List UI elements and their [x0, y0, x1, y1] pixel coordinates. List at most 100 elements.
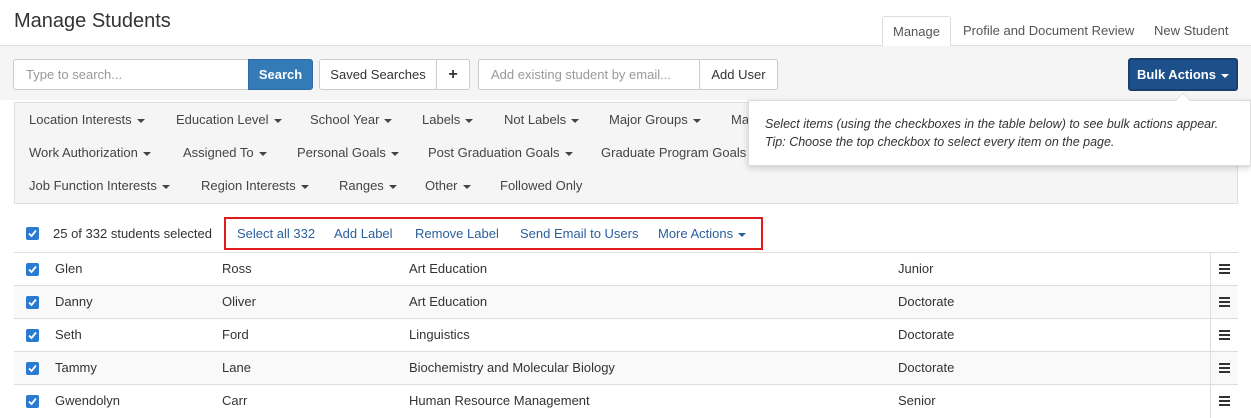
- filter-followed-only[interactable]: Followed Only: [500, 178, 582, 193]
- filter-label: Not Labels: [504, 112, 567, 127]
- last-name-cell: Ford: [222, 327, 249, 342]
- saved-searches-button[interactable]: Saved Searches: [319, 59, 437, 90]
- search-input[interactable]: Type to search...: [13, 59, 249, 90]
- bulk-actions-label: Bulk Actions: [1137, 67, 1216, 82]
- filter-label: Assigned To: [183, 145, 254, 160]
- filter-location-interests[interactable]: Location Interests: [29, 112, 145, 127]
- add-label-link[interactable]: Add Label: [334, 226, 393, 241]
- first-name-cell: Gwendolyn: [55, 393, 121, 408]
- first-name-cell: Tammy: [55, 360, 97, 375]
- first-name-cell: Seth: [55, 327, 82, 342]
- more-actions-label: More Actions: [658, 226, 734, 241]
- major-cell: Art Education: [409, 294, 488, 309]
- filter-not-labels[interactable]: Not Labels: [504, 112, 580, 127]
- tab-profile-document-review[interactable]: Profile and Document Review: [953, 16, 1144, 45]
- caret-down-icon: [564, 151, 573, 156]
- caret-down-icon: [258, 151, 267, 156]
- caret-down-icon: [142, 151, 151, 156]
- filter-label: Region Interests: [201, 178, 296, 193]
- filter-assigned-to[interactable]: Assigned To: [183, 145, 267, 160]
- table-row[interactable]: Gwendolyn Carr Human Resource Management Se…: [14, 384, 1238, 418]
- row-checkbox[interactable]: [26, 263, 39, 276]
- bulk-actions-button[interactable]: Bulk Actions: [1128, 58, 1238, 91]
- school-year-cell: Doctorate: [898, 360, 955, 375]
- search-button[interactable]: Search: [248, 59, 313, 90]
- filter-label: Job Function Interests: [29, 178, 157, 193]
- select-all-checkbox[interactable]: [26, 227, 39, 240]
- row-divider: [1210, 253, 1211, 286]
- filter-personal-goals[interactable]: Personal Goals: [297, 145, 399, 160]
- row-checkbox[interactable]: [26, 296, 39, 309]
- caret-down-icon: [465, 118, 474, 123]
- filter-label: Major Groups: [609, 112, 688, 127]
- row-divider: [1210, 385, 1211, 418]
- filter-post-graduation-goals[interactable]: Post Graduation Goals: [428, 145, 573, 160]
- row-checkbox[interactable]: [26, 329, 39, 342]
- filter-label: Labels: [422, 112, 461, 127]
- caret-down-icon: [384, 118, 393, 123]
- table-row[interactable]: Danny Oliver Art Education Doctorate: [14, 285, 1238, 319]
- major-cell: Linguistics: [409, 327, 470, 342]
- last-name-cell: Oliver: [222, 294, 256, 309]
- page-title: Manage Students: [14, 10, 171, 32]
- checkmark-icon: [28, 397, 37, 406]
- filter-education-level[interactable]: Education Level: [176, 112, 282, 127]
- school-year-cell: Senior: [898, 393, 936, 408]
- major-cell: Human Resource Management: [409, 393, 590, 408]
- caret-down-icon: [738, 232, 747, 237]
- hamburger-icon[interactable]: [1219, 297, 1230, 309]
- filter-label: Followed Only: [500, 178, 583, 193]
- caret-down-icon: [136, 118, 145, 123]
- first-name-cell: Danny: [55, 294, 93, 309]
- checkmark-icon: [28, 265, 37, 274]
- checkmark-icon: [28, 364, 37, 373]
- filter-label: Work Authorization: [29, 145, 138, 160]
- last-name-cell: Lane: [222, 360, 251, 375]
- filter-other[interactable]: Other: [425, 178, 471, 193]
- checkmark-icon: [28, 298, 37, 307]
- hamburger-icon[interactable]: [1219, 330, 1230, 342]
- table-row[interactable]: Glen Ross Art Education Junior: [14, 252, 1238, 286]
- add-user-button[interactable]: Add User: [699, 59, 778, 90]
- tooltip-line-2: Tip: Choose the top checkbox to select e…: [765, 135, 1115, 149]
- caret-down-icon: [300, 184, 309, 189]
- table-row[interactable]: Tammy Lane Biochemistry and Molecular Biol…: [14, 351, 1238, 385]
- major-cell: Art Education: [409, 261, 488, 276]
- filter-school-year[interactable]: School Year: [310, 112, 393, 127]
- hamburger-icon[interactable]: [1219, 363, 1230, 375]
- caret-down-icon: [462, 184, 471, 189]
- row-checkbox[interactable]: [26, 395, 39, 408]
- filter-job-function-interests[interactable]: Job Function Interests: [29, 178, 170, 193]
- filter-label: Personal Goals: [297, 145, 386, 160]
- select-all-link[interactable]: Select all 332: [237, 226, 315, 241]
- filter-major-groups[interactable]: Major Groups: [609, 112, 701, 127]
- row-divider: [1210, 319, 1211, 352]
- caret-down-icon: [692, 118, 701, 123]
- row-divider: [1210, 286, 1211, 319]
- school-year-cell: Doctorate: [898, 327, 955, 342]
- more-actions-dropdown[interactable]: More Actions: [658, 226, 747, 241]
- hamburger-icon[interactable]: [1219, 264, 1230, 276]
- tab-manage[interactable]: Manage: [882, 16, 951, 46]
- hamburger-icon[interactable]: [1219, 396, 1230, 408]
- last-name-cell: Ross: [222, 261, 252, 276]
- add-student-email-input[interactable]: Add existing student by email...: [478, 59, 700, 90]
- add-saved-search-button[interactable]: +: [436, 59, 470, 90]
- tab-new-student[interactable]: New Student: [1144, 16, 1238, 45]
- filter-ma[interactable]: Ma: [731, 112, 749, 127]
- send-email-link[interactable]: Send Email to Users: [520, 226, 639, 241]
- bulk-actions-tooltip: Select items (using the checkboxes in th…: [748, 93, 1251, 166]
- remove-label-link[interactable]: Remove Label: [415, 226, 499, 241]
- caret-down-icon: [390, 151, 399, 156]
- filter-work-authorization[interactable]: Work Authorization: [29, 145, 151, 160]
- filter-region-interests[interactable]: Region Interests: [201, 178, 309, 193]
- filter-ranges[interactable]: Ranges: [339, 178, 397, 193]
- filter-label: Graduate Program Goals: [601, 145, 747, 160]
- row-checkbox[interactable]: [26, 362, 39, 375]
- filter-labels[interactable]: Labels: [422, 112, 474, 127]
- filter-graduate-program-goals[interactable]: Graduate Program Goals: [601, 145, 760, 160]
- filter-label: Location Interests: [29, 112, 132, 127]
- checkmark-icon: [28, 229, 37, 238]
- checkmark-icon: [28, 331, 37, 340]
- table-row[interactable]: Seth Ford Linguistics Doctorate: [14, 318, 1238, 352]
